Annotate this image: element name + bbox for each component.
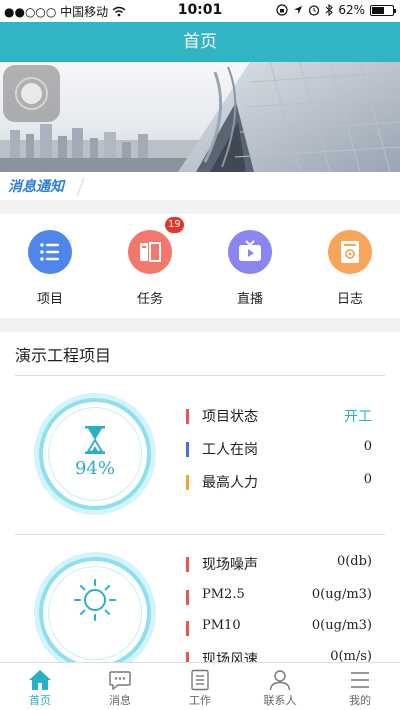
stat-bar bbox=[186, 557, 189, 572]
stat-row-pm25: PM2.5 0(ug/m3) bbox=[186, 586, 372, 608]
page-header: 首页 bbox=[0, 22, 400, 62]
stat-label: 最高人力 bbox=[202, 475, 258, 491]
stat-value: 0(ug/m3) bbox=[311, 618, 372, 633]
stat-bar bbox=[186, 475, 189, 490]
stat-label: 工人在岗 bbox=[202, 442, 258, 458]
tab-home[interactable]: 首页 bbox=[0, 663, 80, 710]
menu-item-live[interactable]: 直播 bbox=[200, 214, 300, 318]
notice-bar[interactable]: 消息通知 bbox=[0, 172, 400, 200]
stat-value: 开工 bbox=[344, 409, 372, 425]
log-icon bbox=[328, 230, 372, 274]
environment-ring bbox=[34, 552, 156, 662]
stat-row-status: 项目状态 开工 bbox=[186, 405, 372, 427]
sun-icon bbox=[74, 579, 116, 621]
notice-divider bbox=[76, 178, 85, 196]
stat-label: PM2.5 bbox=[202, 587, 245, 602]
tab-label: 工作 bbox=[189, 694, 211, 707]
contacts-icon bbox=[269, 670, 291, 691]
hourglass-icon bbox=[85, 426, 105, 454]
stat-label: 现场风速 bbox=[202, 652, 258, 662]
stat-label: 项目状态 bbox=[202, 409, 258, 425]
stat-bar bbox=[186, 409, 189, 424]
stat-row-pm10: PM10 0(ug/m3) bbox=[186, 617, 372, 639]
orientation-lock-icon bbox=[276, 4, 288, 16]
page-title: 首页 bbox=[183, 32, 217, 52]
progress-percent: 94% bbox=[74, 458, 115, 479]
architecture-illustration bbox=[0, 62, 400, 172]
stat-row-workers: 工人在岗 0 bbox=[186, 438, 372, 460]
menu-item-project[interactable]: 项目 bbox=[0, 214, 100, 318]
menu-item-task[interactable]: 19 任务 bbox=[100, 214, 200, 318]
menu-icon bbox=[351, 672, 369, 688]
assistive-dot bbox=[21, 83, 42, 104]
battery-fill bbox=[372, 6, 385, 14]
battery-percent: 62% bbox=[338, 3, 365, 17]
tab-me[interactable]: 我的 bbox=[320, 663, 400, 710]
stat-value: 0 bbox=[363, 472, 372, 487]
stat-label: 现场噪声 bbox=[202, 557, 258, 573]
title-divider bbox=[15, 375, 385, 376]
bluetooth-icon bbox=[325, 4, 334, 16]
quick-menu: 项目 19 任务 直播 日志 bbox=[0, 214, 400, 318]
battery-icon bbox=[370, 4, 396, 16]
stat-value: 0(m/s) bbox=[330, 649, 372, 662]
stat-bar bbox=[186, 621, 189, 636]
stat-row-wind: 现场风速 0(m/s) bbox=[186, 648, 372, 662]
tab-label: 消息 bbox=[109, 694, 131, 707]
menu-item-log[interactable]: 日志 bbox=[300, 214, 400, 318]
menu-label-task: 任务 bbox=[136, 292, 163, 307]
stat-row-noise: 现场噪声 0(db) bbox=[186, 553, 372, 575]
status-right: 62% bbox=[276, 3, 396, 17]
location-icon bbox=[294, 6, 303, 14]
stat-value: 0 bbox=[363, 439, 372, 454]
status-bar: ●●○○○ 中国移动 10:01 62% bbox=[0, 0, 400, 22]
stat-bar bbox=[186, 590, 189, 605]
stat-bar bbox=[186, 652, 189, 662]
menu-label-log: 日志 bbox=[336, 292, 363, 307]
section-divider bbox=[15, 534, 385, 535]
tab-label: 我的 bbox=[349, 694, 371, 707]
home-icon bbox=[29, 670, 51, 690]
project-title: 演示工程项目 bbox=[15, 346, 112, 365]
floating-assistive-button[interactable] bbox=[3, 65, 60, 122]
menu-label-project: 项目 bbox=[36, 292, 63, 307]
tab-messages[interactable]: 消息 bbox=[80, 663, 160, 710]
banner-image[interactable] bbox=[0, 62, 400, 172]
tab-label: 联系人 bbox=[263, 694, 297, 707]
alarm-icon bbox=[309, 5, 320, 16]
notice-tag: 消息通知 bbox=[8, 179, 64, 195]
task-badge: 19 bbox=[165, 217, 184, 233]
stat-bar bbox=[186, 442, 189, 457]
tab-label: 首页 bbox=[29, 694, 51, 707]
stat-value: 0(ug/m3) bbox=[311, 587, 372, 602]
work-icon bbox=[191, 669, 209, 691]
list-icon bbox=[28, 230, 72, 274]
task-icon bbox=[128, 230, 172, 274]
stat-row-peak-labor: 最高人力 0 bbox=[186, 471, 372, 493]
tab-work[interactable]: 工作 bbox=[160, 663, 240, 710]
app-screen: ●●○○○ 中国移动 10:01 62% 首页 消息通知 项目 19 任务 直播… bbox=[0, 0, 400, 710]
progress-ring: 94% bbox=[34, 393, 156, 515]
tv-icon bbox=[228, 230, 272, 274]
menu-label-live: 直播 bbox=[236, 292, 263, 307]
bottom-tab-bar: 首页 消息 工作 联系人 我的 bbox=[0, 662, 400, 710]
project-card[interactable]: 演示工程项目 94% 项目状态 开工 工人在岗 0 最高人力 0 现场噪声 0(… bbox=[0, 332, 400, 662]
message-icon bbox=[109, 671, 131, 691]
stat-label: PM10 bbox=[202, 618, 241, 633]
tab-contacts[interactable]: 联系人 bbox=[240, 663, 320, 710]
stat-value: 0(db) bbox=[336, 554, 372, 569]
